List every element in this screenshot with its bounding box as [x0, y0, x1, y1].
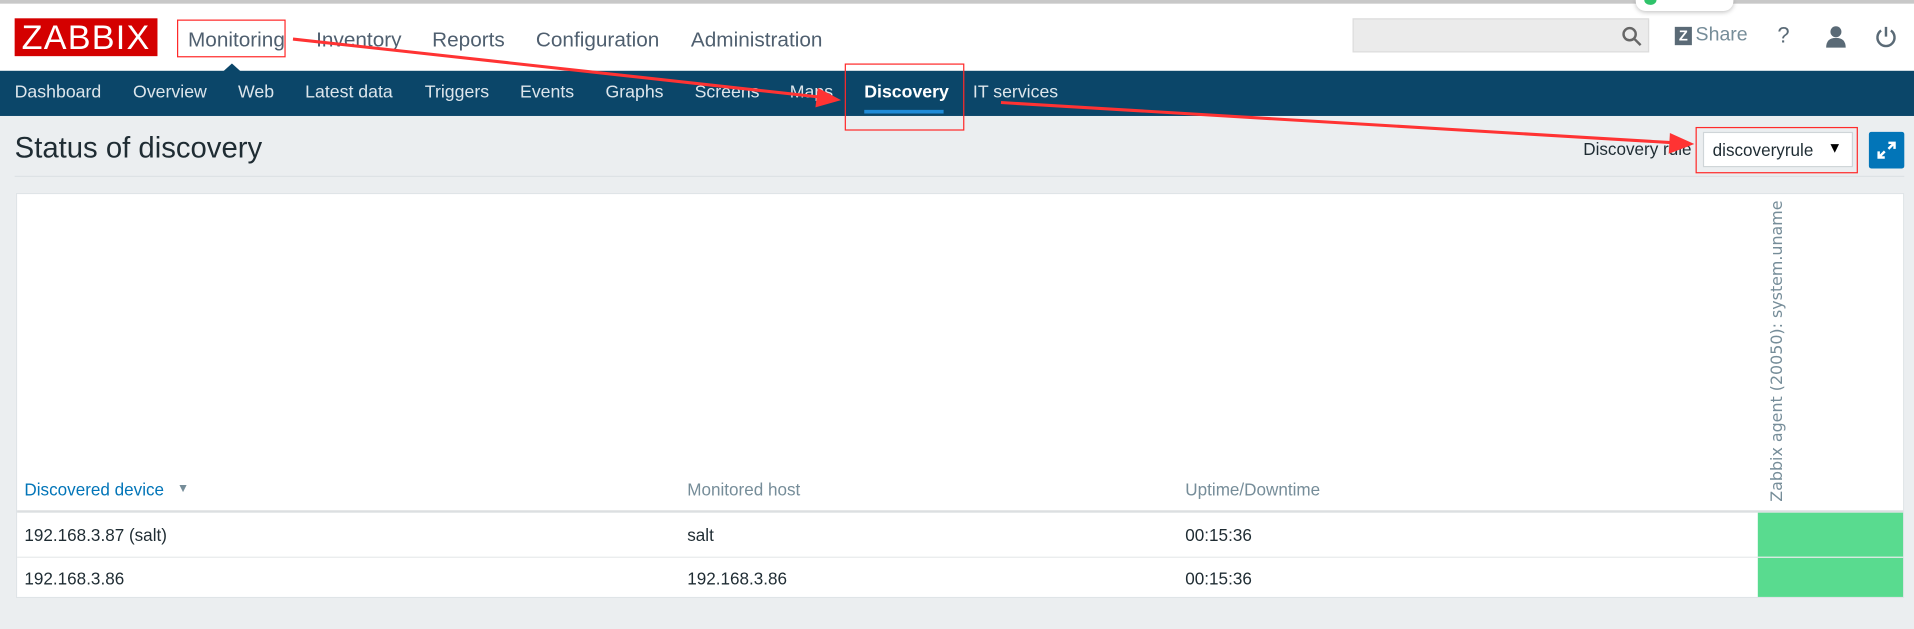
annotation-arrow — [292, 37, 826, 100]
annotation-arrows — [292, 37, 1695, 154]
page: ZABBIX Monitoring Inventory Reports Conf… — [0, 0, 1914, 629]
annotation-arrow — [1000, 101, 1675, 145]
arrowhead-icon — [1668, 133, 1695, 154]
arrowhead-icon — [815, 87, 842, 108]
